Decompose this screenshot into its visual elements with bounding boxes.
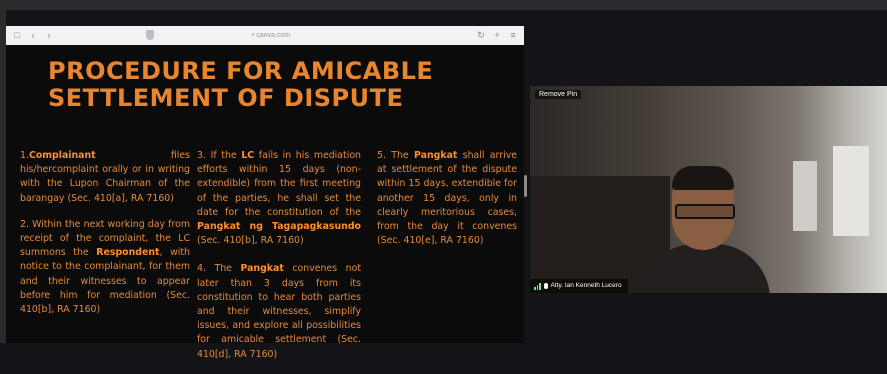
- step-4: 4. The Pangkat convenes not later than 3…: [197, 262, 361, 361]
- step-2-keyword: Respondent: [96, 247, 160, 259]
- new-tab-icon[interactable]: +: [492, 30, 502, 40]
- signal-strength-icon: [534, 282, 541, 290]
- video-background-window: [833, 146, 869, 236]
- step-5-text: shall arrive at settlement of the disput…: [377, 150, 518, 247]
- share-icon[interactable]: ↻: [476, 30, 486, 40]
- back-icon[interactable]: ‹: [28, 30, 38, 40]
- shared-screen: □ ‹ › • canva.com ↻ + ≡ PROCEDURE FOR AM…: [6, 26, 524, 360]
- slide-column-2: 3. If the LC fails in his mediation effo…: [197, 149, 361, 374]
- presentation-slide: PROCEDURE FOR AMICABLE SETTLEMENT OF DIS…: [6, 45, 524, 360]
- address-bar[interactable]: • canva.com: [166, 30, 376, 41]
- step-5-text-start: 5. The: [377, 150, 415, 161]
- participant-name: Atty. Ian Kenneth Lucero: [550, 282, 622, 289]
- participant-hair: [672, 166, 734, 190]
- step-3-keyword-lc: LC: [241, 150, 255, 161]
- forward-icon[interactable]: ›: [44, 30, 54, 40]
- slide-title: PROCEDURE FOR AMICABLE SETTLEMENT OF DIS…: [48, 57, 434, 112]
- step-3: 3. If the LC fails in his mediation effo…: [197, 149, 361, 248]
- participant-name-tag: Atty. Ian Kenneth Lucero: [530, 279, 628, 293]
- step-4-text: convenes not later than 3 days from its …: [197, 263, 361, 360]
- step-2: 2. Within the next working day from rece…: [20, 218, 190, 317]
- step-1-keyword: Complainant: [28, 150, 96, 161]
- step-5-keyword: Pangkat: [414, 150, 458, 161]
- participant-video-tile[interactable]: Remove Pin Atty. Ian Kenneth Lucero: [530, 86, 887, 293]
- microphone-icon: [543, 283, 548, 289]
- video-background-window: [793, 161, 817, 231]
- step-1: 1.Complainant files his/hercomplaint ora…: [20, 149, 190, 206]
- shield-icon[interactable]: [146, 30, 154, 40]
- slide-column-3: 5. The Pangkat shall arrive at settlemen…: [377, 149, 517, 260]
- step-5: 5. The Pangkat shall arrive at settlemen…: [377, 149, 517, 248]
- step-3-text: (Sec. 410[b], RA 7160): [197, 235, 304, 247]
- step-4-text-start: 4. The: [197, 263, 241, 275]
- tabs-icon[interactable]: □: [12, 30, 22, 40]
- window-frame-top: [0, 0, 887, 10]
- participant-glasses: [675, 204, 735, 219]
- step-3-text-start: 3. If the: [197, 150, 242, 161]
- resize-handle[interactable]: [524, 175, 527, 197]
- slide-column-1: 1.Complainant files his/hercomplaint ora…: [20, 149, 190, 329]
- step-4-keyword: Pangkat: [240, 263, 284, 275]
- sidebar-icon[interactable]: ≡: [508, 30, 518, 40]
- step-3-keyword-pangkat: Pangkat ng Tagapagkasundo: [197, 221, 361, 233]
- step-1-number: 1.: [20, 150, 29, 161]
- browser-toolbar: □ ‹ › • canva.com ↻ + ≡: [6, 26, 524, 46]
- remove-pin-button[interactable]: Remove Pin: [535, 90, 582, 99]
